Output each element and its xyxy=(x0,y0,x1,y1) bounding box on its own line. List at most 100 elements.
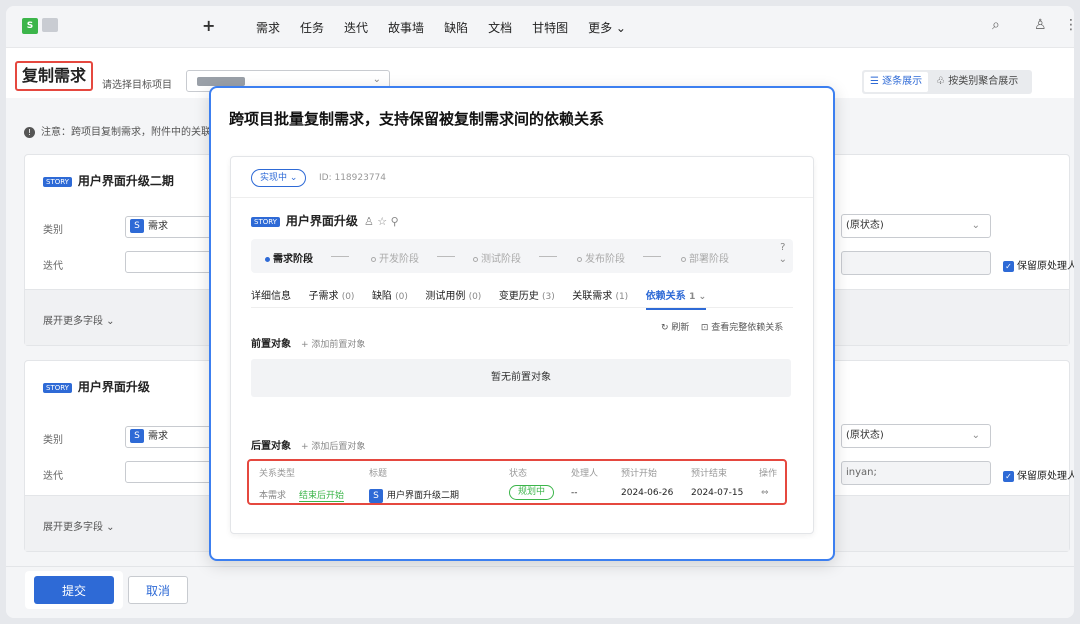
story-id: ID: 118923774 xyxy=(319,173,387,183)
dialog-title: 跨项目批量复制需求，支持保留被复制需求间的依赖关系 xyxy=(229,110,605,128)
expand-more-fields[interactable]: 展开更多字段 ⌄ xyxy=(43,312,115,327)
nav-item-defects[interactable]: 缺陷 xyxy=(444,19,468,36)
story-s-icon: S xyxy=(130,219,144,233)
stage-dev[interactable]: 开发阶段 xyxy=(371,250,419,265)
add-post-button[interactable]: + 添加后置对象 xyxy=(301,442,365,452)
page-title: 复制需求 xyxy=(15,61,94,91)
pre-empty-state: 暂无前置对象 xyxy=(251,359,791,397)
row-owner: -- xyxy=(571,488,578,498)
status-dropdown[interactable]: 实现中 ⌄ xyxy=(251,169,307,187)
tab-label: 依赖关系 xyxy=(645,291,686,302)
stage-label: 发布阶段 xyxy=(585,254,625,265)
nav-item-tasks[interactable]: 任务 xyxy=(300,19,324,36)
info-icon: ! xyxy=(24,126,35,138)
chevron-down-icon: ⌄ xyxy=(971,220,980,231)
stage-release[interactable]: 发布阶段 xyxy=(577,250,625,265)
divider xyxy=(231,197,813,198)
submit-button[interactable]: 提交 xyxy=(34,576,114,604)
bottom-bar: 提交 取消 xyxy=(6,566,1074,618)
post-section-title: 后置对象 + 添加后置对象 xyxy=(251,437,365,452)
create-plus-button[interactable]: + xyxy=(202,16,215,35)
nav-item-requirements[interactable]: 需求 xyxy=(256,19,280,36)
nav-item-docs[interactable]: 文档 xyxy=(488,19,512,36)
tab-details[interactable]: 详细信息 xyxy=(251,287,291,302)
add-pre-button[interactable]: + 添加前置对象 xyxy=(301,340,365,350)
notice-text: 注意：跨项目复制需求，附件中的关联 xyxy=(41,127,211,138)
tab-label: 子需求 xyxy=(308,291,339,302)
tab-sub-requirements[interactable]: 子需求 (0) xyxy=(309,287,355,302)
owner-input[interactable]: inyan; xyxy=(841,461,991,485)
stage-separator xyxy=(437,256,455,257)
app-logo[interactable]: S xyxy=(22,18,38,34)
help-icon[interactable]: ? ⌄ xyxy=(779,242,787,266)
top-nav: S + 需求 任务 迭代 故事墙 缺陷 文档 甘特图 更多 ⌄ ⌕ ♙ ⋮ xyxy=(6,6,1074,48)
status-value: (原状态) xyxy=(846,220,884,231)
story-action-icons[interactable]: ♙ ☆ ⚲ xyxy=(364,215,399,228)
row-title: 用户界面升级二期 xyxy=(387,491,460,501)
post-table: 关系类型 标题 状态 处理人 预计开始 预计结束 操作 本需求 结束后开始 S用… xyxy=(247,459,787,505)
type-select[interactable]: S 需求 xyxy=(125,426,215,448)
kebab-icon[interactable]: ⋮ xyxy=(1064,17,1074,33)
tab-count: (0) xyxy=(341,292,355,302)
story-s-icon: S xyxy=(369,488,383,503)
nav-menu: 需求 任务 迭代 故事墙 缺陷 文档 甘特图 更多 ⌄ xyxy=(256,19,646,36)
tab-count: (3) xyxy=(542,292,555,302)
check-icon: ✓ xyxy=(1003,470,1014,482)
story-detail-panel: 实现中 ⌄ ID: 118923774 STORY 用户界面升级 ♙ ☆ ⚲ 需求阶… xyxy=(230,156,814,534)
keep-owner-checkbox[interactable]: ✓ 保留原处理人 xyxy=(1003,467,1074,482)
refresh-actions[interactable]: ↻ 刷新 ⊡ 查看完整依赖关系 xyxy=(661,320,783,333)
status-select[interactable]: (原状态) ⌄ xyxy=(841,214,991,238)
story-tag: STORY xyxy=(43,176,72,187)
tab-test-cases[interactable]: 测试用例 (0) xyxy=(425,287,481,302)
col-header: 预计结束 xyxy=(691,469,728,479)
chevron-down-icon: ⌄ xyxy=(971,430,980,441)
stage-requirement[interactable]: 需求阶段 xyxy=(265,250,313,265)
view-group-button[interactable]: ♧ 按类别聚合展示 xyxy=(930,70,1024,94)
status-value: (原状态) xyxy=(846,430,884,441)
view-toggle: ☰ 逐条展示 ♧ 按类别聚合展示 xyxy=(862,70,1032,94)
tabs-divider xyxy=(251,307,793,308)
type-value: 需求 xyxy=(148,431,168,442)
user-icon[interactable]: ♙ xyxy=(1034,17,1047,33)
stage-label: 测试阶段 xyxy=(481,254,521,265)
iteration-input[interactable] xyxy=(125,251,215,273)
tab-count: (0) xyxy=(395,292,408,302)
col-header: 关系类型 xyxy=(259,469,296,479)
nav-item-story-wall[interactable]: 故事墙 xyxy=(388,19,424,36)
type-label: 类别 xyxy=(43,225,63,236)
keep-owner-checkbox[interactable]: ✓ 保留原处理人 xyxy=(1003,257,1074,272)
owner-input[interactable] xyxy=(841,251,991,275)
tab-history[interactable]: 变更历史 (3) xyxy=(499,287,555,302)
col-header: 处理人 xyxy=(571,469,599,479)
dot-icon xyxy=(577,256,582,262)
workspace-icon[interactable] xyxy=(42,18,58,32)
col-header: 标题 xyxy=(369,469,388,479)
relation-select[interactable]: 结束后开始 xyxy=(299,488,345,502)
unlink-icon[interactable]: ⇔ xyxy=(761,488,769,498)
type-select[interactable]: S 需求 xyxy=(125,216,215,238)
tab-count: 1 ⌄ xyxy=(689,292,707,302)
row-title-link[interactable]: S 用户界面升级二期 xyxy=(369,488,459,503)
col-header: 操作 xyxy=(759,469,778,479)
story-s-icon: S xyxy=(130,429,144,443)
nav-item-gantt[interactable]: 甘特图 xyxy=(532,19,568,36)
stage-deploy[interactable]: 部署阶段 xyxy=(681,250,729,265)
check-icon: ✓ xyxy=(1003,260,1014,272)
tab-defects[interactable]: 缺陷 (0) xyxy=(372,287,408,302)
row-status: 规划中 xyxy=(509,485,555,500)
type-value: 需求 xyxy=(148,221,168,232)
tab-count: (1) xyxy=(615,292,629,302)
tab-count: (0) xyxy=(468,292,482,302)
story-tag: STORY xyxy=(251,216,280,227)
nav-item-more[interactable]: 更多 ⌄ xyxy=(588,19,626,36)
search-icon[interactable]: ⌕ xyxy=(992,17,1000,33)
nav-item-iterations[interactable]: 迭代 xyxy=(344,19,368,36)
iteration-input[interactable] xyxy=(125,461,215,483)
expand-more-fields[interactable]: 展开更多字段 ⌄ xyxy=(43,518,115,533)
dot-icon xyxy=(265,256,270,262)
view-list-button[interactable]: ☰ 逐条展示 xyxy=(864,72,929,92)
cancel-button[interactable]: 取消 xyxy=(128,576,188,604)
stage-test[interactable]: 测试阶段 xyxy=(473,250,521,265)
status-select[interactable]: (原状态) ⌄ xyxy=(841,424,991,448)
tab-related[interactable]: 关联需求 (1) xyxy=(572,287,628,302)
